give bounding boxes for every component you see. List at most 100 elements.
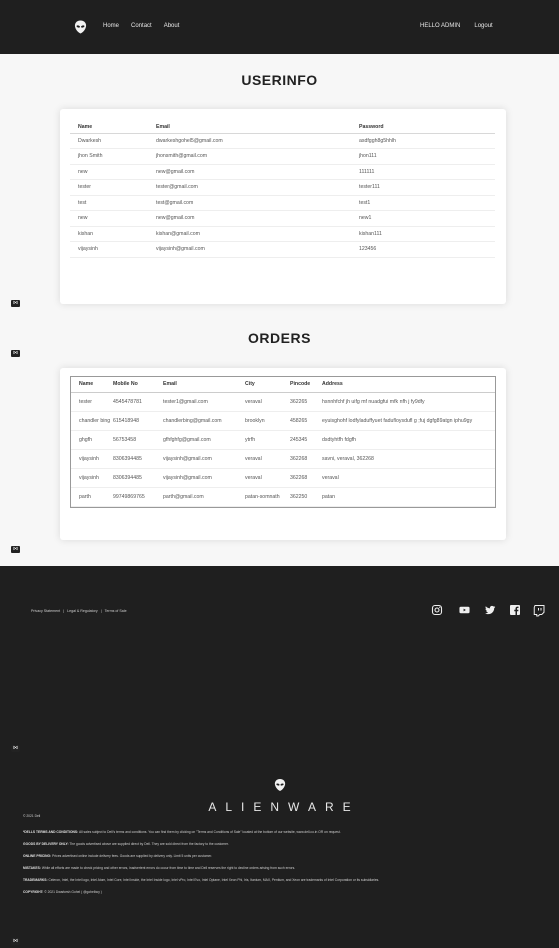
table-header-row: Name Email Password (70, 121, 495, 134)
legal-line: *DELLS TERMS AND CONDITIONS: All sales s… (23, 830, 543, 835)
privacy-statement-link[interactable]: Privacy Statement (31, 609, 60, 613)
alienware-logo-icon[interactable] (74, 20, 87, 34)
table-cell: jhon111 (359, 148, 495, 165)
table-cell: 615418948 (113, 411, 163, 431)
table-cell: new1 (359, 210, 495, 227)
legal-label: COPYRIGHT: (23, 890, 44, 894)
side-widget-icon[interactable]: ⋈ (11, 546, 20, 553)
table-cell: 362268 (290, 468, 322, 488)
side-widget-icon[interactable]: ⋈ (11, 350, 20, 357)
table-cell: tester (70, 179, 156, 196)
table-cell: test (70, 195, 156, 211)
column-header: Email (156, 121, 359, 134)
main-content: USERINFO Name Email Password Dwarkesh dwa… (0, 54, 559, 566)
legal-text: All sales subject to Dell's terms and co… (78, 830, 341, 834)
top-nav-bar: Home Contact About HELLO ADMIN Logout (0, 0, 559, 54)
table-row: vijaysinh 8306394485 vijaysinh@gmail.com ve… (71, 449, 495, 469)
terms-of-sale-link[interactable]: Terms of Sale (105, 609, 127, 613)
side-widget-icon[interactable]: ⋈ (11, 300, 20, 307)
table-cell: Dwarkesh (70, 133, 156, 149)
table-cell: 362250 (290, 487, 322, 507)
footer-link-separator: | (100, 609, 102, 613)
table-cell: 245345 (290, 430, 322, 450)
table-cell: test1 (359, 195, 495, 211)
brand-wordmark: ALIENWARE (208, 800, 360, 814)
table-cell: vijaysinh@gmail.com (163, 449, 245, 469)
column-header: Email (163, 377, 245, 393)
table-row: new new@gmail.com new1 (70, 210, 495, 227)
table-cell: asdfggh8g5hhlh (359, 133, 495, 149)
table-header-row: Name Mobile No Email City Pincode Addres… (71, 377, 495, 393)
legal-text: While all efforts are made to check pric… (41, 866, 296, 870)
footer-links: Privacy Statement | Legal & Regulatory |… (31, 609, 127, 613)
userinfo-table: Name Email Password Dwarkesh dwarkeshgohe… (70, 121, 495, 258)
legal-regulatory-link[interactable]: Legal & Regulatory (67, 609, 98, 613)
column-header: City (245, 377, 290, 393)
facebook-icon[interactable] (509, 604, 521, 616)
userinfo-card: Name Email Password Dwarkesh dwarkeshgohe… (60, 109, 506, 304)
legal-text: Celeron, Intel, the Intel logo, Intel At… (48, 878, 380, 882)
side-widget-icon[interactable]: ⋈ (11, 938, 20, 945)
orders-table-frame: Name Mobile No Email City Pincode Addres… (70, 376, 496, 508)
table-cell: kishan (70, 226, 156, 242)
legal-line: GOODS BY DELIVERY ONLY: The goods advert… (23, 842, 543, 847)
legal-label: MISTAKES: (23, 866, 41, 870)
table-cell: tester1@gmail.com (163, 392, 245, 412)
table-cell: 56753458 (113, 430, 163, 450)
table-cell: 362268 (290, 449, 322, 469)
table-cell: new@gmail.com (156, 164, 359, 180)
table-cell: jhon Smith (70, 148, 156, 165)
instagram-icon[interactable] (431, 604, 443, 616)
nav-about-link[interactable]: About (164, 23, 180, 29)
table-cell: 362265 (290, 392, 322, 412)
table-row: parth 99749869765 parth@gmail.com patan-som… (71, 487, 495, 507)
side-widget-icon[interactable]: ⋈ (11, 745, 20, 752)
table-cell: patan (322, 487, 495, 507)
nav-contact-link[interactable]: Contact (131, 23, 152, 29)
table-cell: brooklyn (245, 411, 290, 431)
legal-label: GOODS BY DELIVERY ONLY: (23, 842, 69, 846)
twitter-icon[interactable] (484, 604, 496, 616)
table-row: tester tester@gmail.com tester111 (70, 179, 495, 196)
twitch-icon[interactable] (533, 604, 545, 617)
table-cell: dwarkeshgohel5@gmail.com (156, 133, 359, 149)
table-cell: vijaysinh (71, 449, 113, 469)
table-row: Dwarkesh dwarkeshgohel5@gmail.com asdfggh8… (70, 133, 495, 149)
table-row: vijaysinh vijaysinh@gmail.com 123456 (70, 241, 495, 258)
table-cell: 99749869765 (113, 487, 163, 507)
legal-text: © 2021 Dwarkesh Gohel ( @gohelboy ) (44, 890, 102, 894)
table-cell: chandlerbing@gmail.com (163, 411, 245, 431)
table-cell: ghgfh (71, 430, 113, 450)
table-cell: vijaysinh@gmail.com (163, 468, 245, 488)
alienware-brand-logo-icon (274, 779, 286, 791)
userinfo-title: USERINFO (241, 72, 318, 88)
footer-link-separator: | (63, 609, 65, 613)
admin-greeting: HELLO ADMIN (420, 23, 461, 29)
table-row: jhon Smith jhonsmith@gmail.com jhon111 (70, 148, 495, 165)
table-cell: 111111 (359, 164, 495, 180)
table-cell: vijaysinh (70, 241, 156, 258)
table-row: new new@gmail.com 111111 (70, 164, 495, 180)
table-cell: tester@gmail.com (156, 179, 359, 196)
legal-label: TRADEMARKS: (23, 878, 48, 882)
user-nav: HELLO ADMIN Logout (420, 23, 493, 29)
column-header: Mobile No (113, 377, 163, 393)
table-cell: veraval (245, 468, 290, 488)
table-cell: veraval (245, 392, 290, 412)
logout-link[interactable]: Logout (474, 23, 492, 29)
table-cell: 8306394485 (113, 449, 163, 469)
column-header: Name (71, 377, 113, 393)
nav-home-link[interactable]: Home (103, 23, 119, 29)
column-header: Password (359, 121, 495, 134)
table-cell: 8306394485 (113, 468, 163, 488)
table-cell: savni, veraval, 362268 (322, 449, 495, 469)
legal-label: ONLINE PRICING: (23, 854, 52, 858)
table-row: kishan kishan@gmail.com kishan111 (70, 226, 495, 242)
table-cell: tester (71, 392, 113, 412)
table-row: ghgfh 56753458 gfhfghfg@gmail.com ytrfh 2453… (71, 430, 495, 450)
table-cell: veraval (322, 468, 495, 488)
orders-table: Name Mobile No Email City Pincode Addres… (71, 377, 495, 507)
table-cell: test@gmail.com (156, 195, 359, 211)
table-row: vijaysinh 8306394485 vijaysinh@gmail.com ve… (71, 468, 495, 488)
youtube-icon[interactable] (459, 604, 470, 616)
